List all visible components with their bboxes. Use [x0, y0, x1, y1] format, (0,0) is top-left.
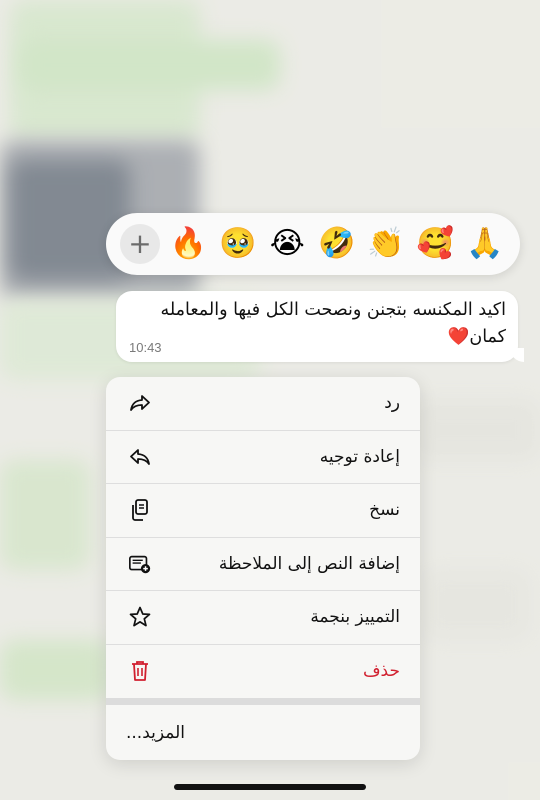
message-timestamp: 10:43: [129, 340, 162, 355]
menu-item-label: رد: [384, 393, 400, 414]
more-reactions-button[interactable]: +: [120, 224, 160, 264]
star-icon: [128, 605, 152, 629]
menu-item-label: إضافة النص إلى الملاحظة: [218, 553, 400, 574]
menu-separator: [106, 698, 420, 705]
copy-icon: [128, 498, 152, 522]
reaction-pleading[interactable]: 🥹: [217, 229, 259, 259]
reply-icon: [128, 391, 152, 415]
reaction-pray[interactable]: 🙏: [464, 229, 506, 259]
menu-item-label: نسخ: [369, 500, 400, 521]
menu-item-reply[interactable]: رد: [106, 377, 420, 431]
reaction-smiling-hearts[interactable]: 🥰: [415, 229, 457, 259]
menu-item-label: حذف: [362, 661, 400, 682]
menu-item-star[interactable]: التمييز بنجمة: [106, 591, 420, 645]
message-bubble[interactable]: اكيد المكنسه بتجنن ونصحت الكل فيها والمع…: [116, 291, 524, 362]
menu-item-forward[interactable]: إعادة توجيه: [106, 431, 420, 484]
add-note-icon: [128, 552, 152, 576]
menu-item-label: المزيد...: [126, 722, 185, 743]
forward-icon: [128, 445, 152, 469]
heart-emoji: ❤️: [447, 327, 470, 347]
reaction-crying[interactable]: 😭: [266, 229, 308, 259]
context-menu: رد إعادة توجيه نسخ إضافة النص إلى الملاح…: [106, 377, 420, 760]
trash-icon: [128, 659, 152, 683]
home-indicator[interactable]: [174, 784, 366, 790]
menu-item-add-to-note[interactable]: إضافة النص إلى الملاحظة: [106, 538, 420, 591]
reaction-fire[interactable]: 🔥: [167, 229, 209, 259]
reaction-rofl[interactable]: 🤣: [316, 229, 358, 259]
menu-item-label: التمييز بنجمة: [310, 607, 400, 628]
menu-item-more[interactable]: المزيد...: [106, 705, 420, 760]
menu-item-copy[interactable]: نسخ: [106, 484, 420, 538]
reaction-bar: + 🔥 🥹 😭 🤣 👏 🥰 🙏: [106, 213, 520, 275]
reaction-clap[interactable]: 👏: [365, 229, 407, 259]
menu-item-label: إعادة توجيه: [319, 446, 400, 467]
menu-item-delete[interactable]: حذف: [106, 645, 420, 699]
message-text: اكيد المكنسه بتجنن ونصحت الكل فيها والمع…: [126, 297, 506, 351]
